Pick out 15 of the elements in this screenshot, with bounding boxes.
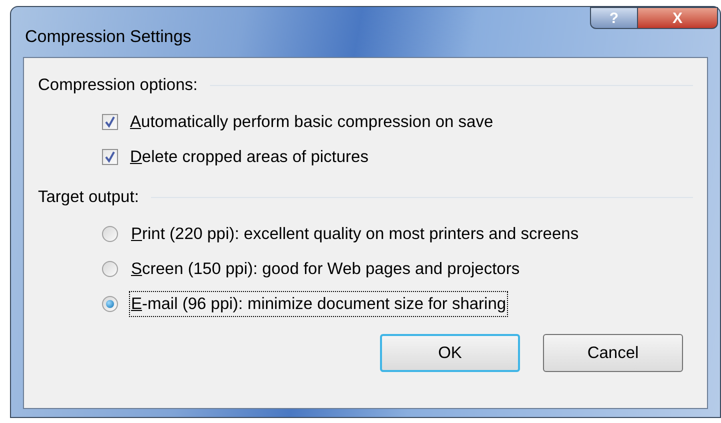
radio-button[interactable] [102,226,118,242]
checkbox[interactable] [102,114,118,130]
checkbox[interactable] [102,148,118,165]
radio-label[interactable]: Screen (150 ppi): good for Web pages and projectors [130,256,521,282]
group-heading: Target output: [38,187,139,208]
checkbox-label[interactable]: Automatically perform basic compression on save [130,110,494,134]
window-title: Compression Settings [25,26,192,48]
radio-button[interactable] [102,296,118,312]
group-heading: Compression options: [38,75,198,96]
ok-button[interactable]: OK [380,334,520,372]
cancel-button[interactable]: Cancel [543,334,683,372]
checkbox-label[interactable]: Delete cropped areas of pictures [130,144,368,170]
radio-button[interactable] [102,261,118,278]
radio-label[interactable]: E-mail (96 ppi): minimize document size for sharing [130,292,508,316]
radio-label[interactable]: Print (220 ppi): excellent quality on most printers and screens [130,222,580,247]
